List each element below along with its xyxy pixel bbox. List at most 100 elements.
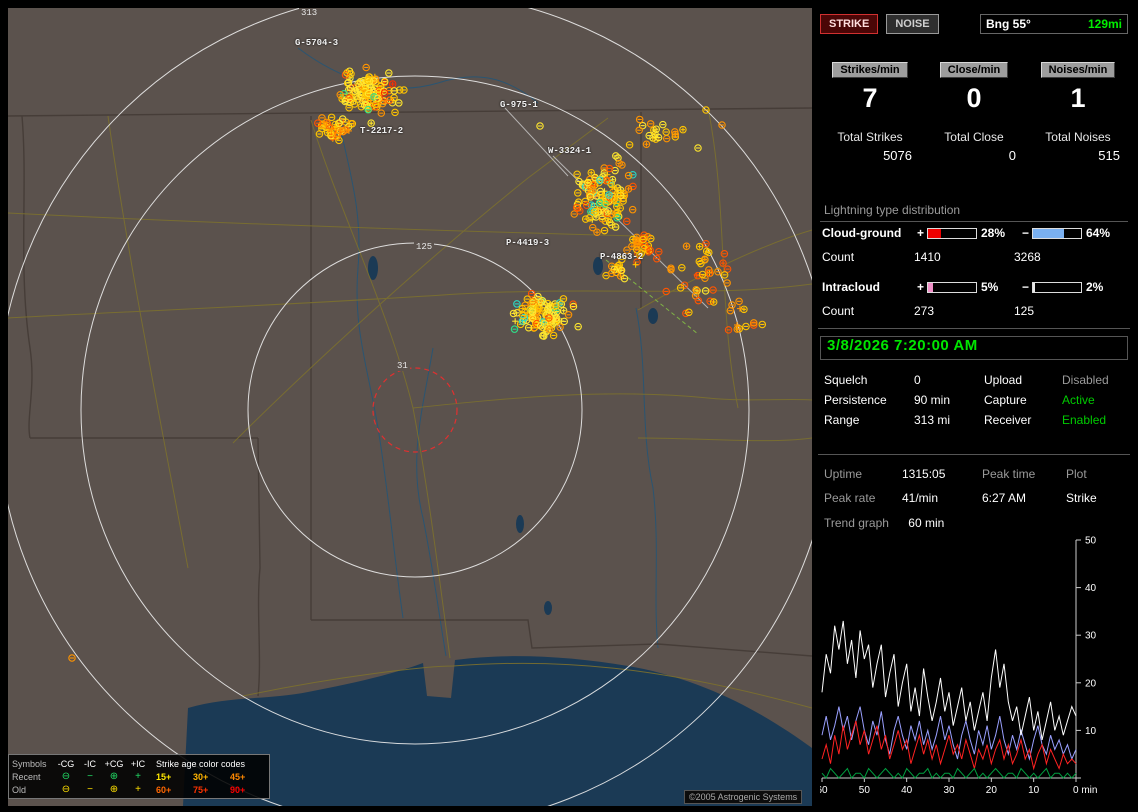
svg-text:50: 50 [1085, 536, 1097, 547]
strike-button[interactable]: STRIKE [820, 14, 879, 34]
age-60-label: 60+ [156, 784, 172, 795]
session-info: Uptime 1315:05 Peak time Plot Peak rate … [818, 462, 1130, 510]
capture-status: Active [1062, 393, 1095, 407]
age-15-label: 15+ [156, 771, 172, 782]
strike-symbol [735, 297, 743, 306]
strike-symbol [723, 279, 731, 287]
control-panel: STRIKE NOISE Bng 55° 129mi Strikes/min 7… [816, 8, 1130, 806]
plus-sign: + [916, 226, 924, 240]
map[interactable]: 313 125 31 G-5704-3 T-2217-2 G-975-1 W-3324-1 P… [8, 8, 812, 806]
strike-symbol [724, 326, 733, 334]
close-column: Close/min 0 Total Close 0 [922, 62, 1026, 163]
geo-roads [8, 107, 812, 709]
strike-symbol [625, 141, 634, 149]
legend-neg-ic-header: -IC [84, 758, 96, 769]
copyright-notice: ©2005 Astrogenic Systems [684, 790, 803, 804]
svg-text:10: 10 [1028, 785, 1040, 796]
old-pos-ic-icon: + [135, 783, 141, 795]
legend-old-label: Old [12, 784, 27, 795]
uptime-label: Uptime [824, 467, 863, 481]
noises-per-min-badge[interactable]: Noises/min [1040, 62, 1116, 78]
close-per-min-badge[interactable]: Close/min [939, 62, 1009, 78]
svg-text:60: 60 [820, 785, 828, 796]
plus-sign: + [916, 280, 924, 294]
trend-graph-canvas: 10 20 30 40 50 60 50 40 30 20 10 0 min [816, 536, 1097, 797]
storm-cell-label: P-4419-3 [506, 238, 550, 248]
strike-symbol [742, 322, 750, 331]
strike-symbol [642, 140, 651, 148]
strike-symbol [623, 217, 631, 226]
ic-minus-percent: 2% [1086, 280, 1104, 294]
strikes-column: Strikes/min 7 Total Strikes 5076 [818, 62, 922, 163]
storm-cell-label: W-3324-1 [548, 146, 592, 156]
upload-status: Disabled [1062, 373, 1109, 387]
strike-symbol [635, 115, 644, 124]
strike-symbol [624, 171, 633, 180]
legend-age-title: Strike age color codes [156, 758, 246, 769]
legend-symbols-header: Symbols [12, 758, 47, 769]
strike-symbol [362, 63, 370, 72]
plot-label: Plot [1066, 467, 1087, 481]
range-ring-label: 31 [395, 361, 410, 371]
ic-minus-count: 125 [1014, 304, 1035, 318]
persistence-label: Persistence [824, 393, 887, 407]
ic-plus-count: 273 [914, 304, 935, 318]
geo-borders [8, 107, 812, 697]
strike-symbol [709, 298, 718, 306]
trend-graph-header: Trend graph 60 min [818, 516, 1130, 530]
strike-symbol [611, 223, 620, 231]
noises-column: Noises/min 1 Total Noises 515 [1026, 62, 1130, 163]
peak-rate-label: Peak rate [824, 491, 876, 505]
legend-recent-label: Recent [12, 771, 41, 782]
mode-toolbar: STRIKE NOISE Bng 55° 129mi [818, 14, 1130, 34]
squelch-value: 0 [914, 373, 921, 387]
total-close-value: 0 [1008, 148, 1016, 163]
svg-text:30: 30 [943, 785, 955, 796]
upload-label: Upload [984, 373, 1023, 387]
cg-minus-count: 3268 [1014, 250, 1041, 264]
bearing-display: Bng 55° 129mi [980, 14, 1128, 34]
svg-text:20: 20 [986, 785, 998, 796]
noise-button[interactable]: NOISE [886, 14, 939, 34]
strike-symbol [695, 242, 704, 251]
strikes-per-min-badge[interactable]: Strikes/min [832, 62, 908, 78]
strike-symbol [694, 144, 702, 152]
cg-plus-percent: 28% [981, 226, 1006, 240]
ic-minus-bar [1032, 281, 1082, 293]
strike-symbol [564, 311, 573, 319]
intracloud-label: Intracloud [822, 280, 881, 294]
noises-per-min-value: 1 [1070, 83, 1086, 113]
datetime-display: 3/8/2026 7:20:00 AM [820, 336, 1128, 360]
strike-symbol [662, 128, 670, 136]
strike-symbol [728, 301, 736, 309]
strike-symbol [646, 120, 655, 128]
strike-symbol [709, 286, 717, 294]
strike-symbol [678, 263, 686, 272]
trend-window-value: 60 min [908, 516, 945, 530]
strike-symbol [720, 271, 729, 279]
strike-symbol [377, 109, 386, 117]
strike-symbol [509, 309, 518, 318]
receiver-status: Squelch 0 Upload Disabled Persistence 90… [818, 370, 1130, 430]
svg-text:0 min: 0 min [1073, 785, 1097, 796]
trend-graph: 10 20 30 40 50 60 50 40 30 20 10 0 min [816, 532, 1128, 804]
cloud-ground-counts: Count 1410 3268 [818, 249, 1130, 265]
ic-plus-bar [927, 281, 977, 293]
ic-plus-percent: 5% [981, 280, 999, 294]
strike-symbol [395, 99, 403, 107]
distribution-title: Lightning type distribution [820, 203, 1128, 222]
total-strikes-value: 5076 [883, 148, 912, 163]
range-ring-label: 125 [414, 242, 435, 252]
red-line [821, 720, 1077, 771]
strike-symbol [574, 322, 582, 331]
geo-water [183, 256, 812, 806]
recent-neg-cg-icon: ⊖ [61, 770, 71, 782]
cg-plus-bar [927, 227, 977, 239]
strike-symbol [655, 247, 663, 256]
strike-symbol [536, 122, 544, 130]
age-75-label: 75+ [193, 784, 209, 795]
range-value: 313 mi [914, 413, 951, 427]
strike-symbol [327, 113, 336, 122]
total-strikes-label: Total Strikes [837, 130, 903, 144]
svg-text:40: 40 [1085, 583, 1097, 594]
